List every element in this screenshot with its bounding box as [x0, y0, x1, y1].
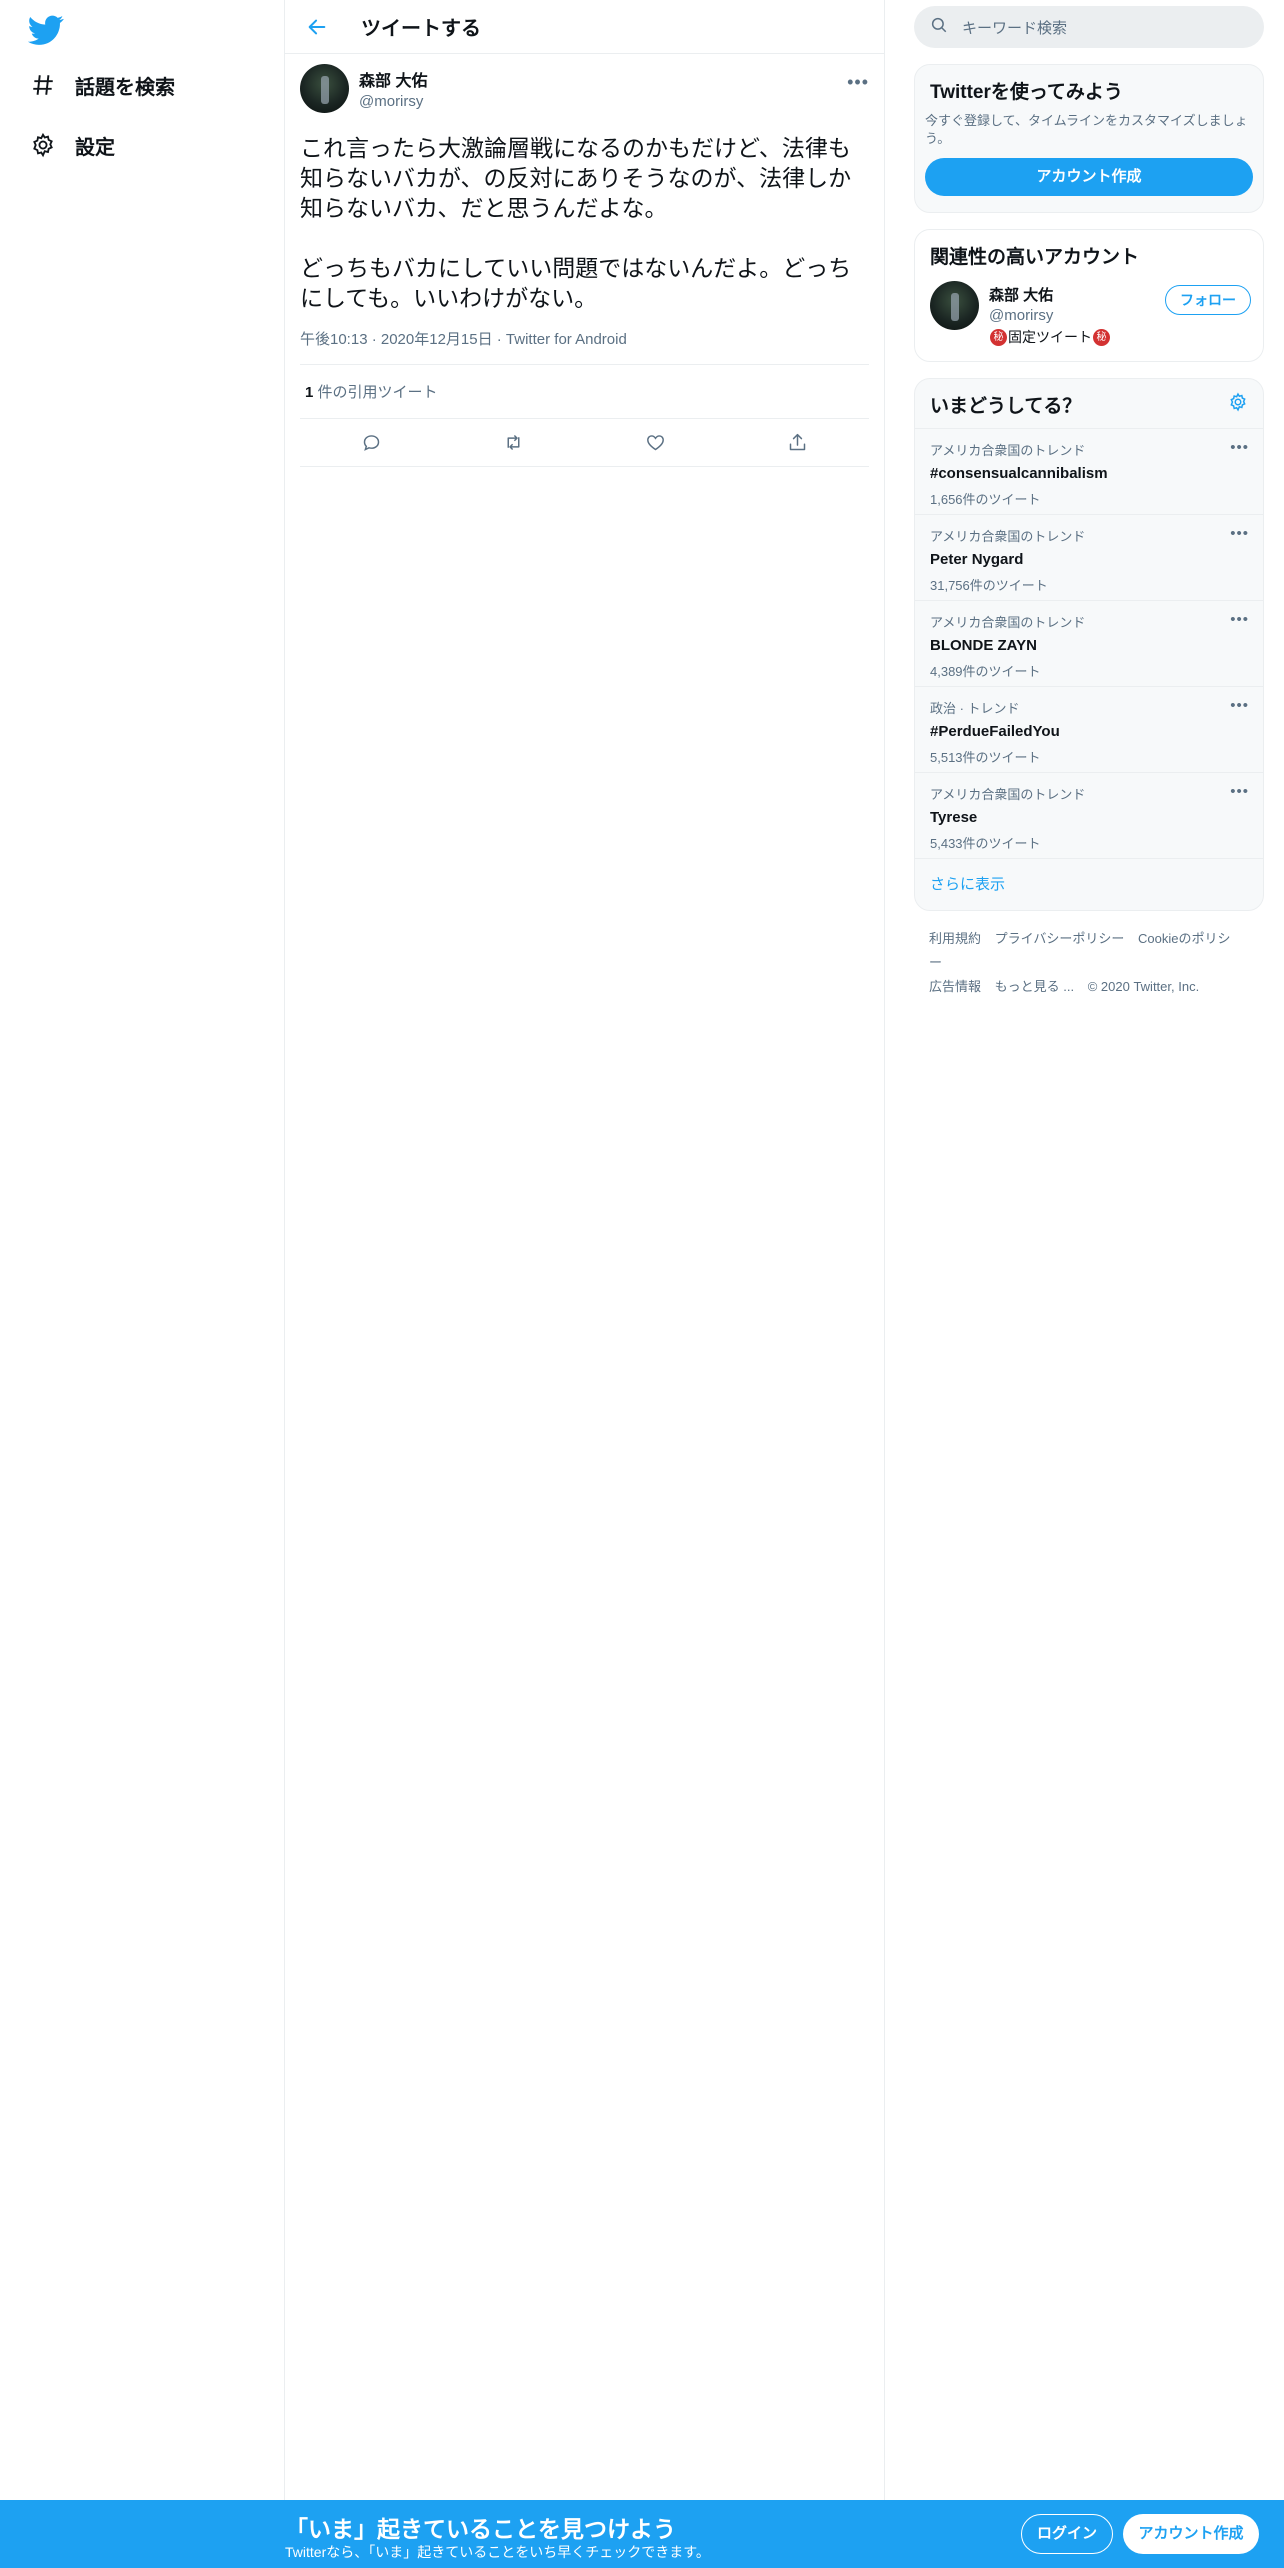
author-name[interactable]: 森部 大佑 [359, 67, 427, 91]
tweet-author: 森部 大佑 @morirsy ••• [300, 64, 869, 120]
trend-name: Peter Nygard [930, 551, 1024, 568]
banner-subtitle: Twitterなら、「いま」起きていることをいち早くチェックできます。 [285, 2544, 710, 2560]
more-options-icon[interactable]: ••• [847, 72, 869, 93]
related-title: 関連性の高いアカウント [930, 247, 1140, 268]
login-banner: 「いま」起きていることを見つけよう Twitterなら、「いま」起きていることを… [0, 2500, 1284, 2568]
gear-icon [28, 130, 58, 160]
footer-link-terms[interactable]: 利用規約 [929, 931, 981, 946]
trend-context: アメリカ合衆国のトレンド [930, 787, 1086, 802]
search-box[interactable]: キーワード検索 [914, 6, 1264, 48]
related-handle: @morirsy [989, 307, 1054, 324]
search-icon [930, 16, 948, 39]
trend-name: #PerdueFailedYou [930, 723, 1060, 740]
page-title: ツイートする [361, 18, 481, 40]
nav-settings-label: 設定 [75, 136, 115, 159]
trend-name: #consensualcannibalism [930, 465, 1108, 482]
trend-count: 31,756件のツイート [930, 578, 1048, 593]
right-sidebar: キーワード検索 Twitterを使ってみよう 今すぐ登録して、タイムラインをカス… [914, 0, 1264, 1015]
author-handle[interactable]: @morirsy [359, 93, 427, 110]
trend-count: 1,656件のツイート [930, 492, 1041, 507]
trend-count: 5,513件のツイート [930, 750, 1041, 765]
trends-title: いまどうしてる？ [930, 396, 1082, 417]
footer-link-privacy[interactable]: プライバシーポリシー [995, 931, 1125, 946]
search-placeholder: キーワード検索 [962, 19, 1068, 37]
share-icon[interactable] [780, 425, 816, 461]
back-arrow-icon[interactable] [303, 13, 331, 41]
signup-card: Twitterを使ってみよう 今すぐ登録して、タイムラインをカスタマイズしましょ… [914, 64, 1264, 213]
more-options-icon[interactable]: ••• [1230, 439, 1249, 456]
trend-count: 5,433件のツイート [930, 836, 1041, 851]
app-root: 話題を検索 設定 ツイートする 森部 大佑 @morirsy ••• これ言った… [0, 0, 1284, 2568]
banner-title: 「いま」起きていることを見つけよう [285, 2516, 676, 2542]
gear-icon[interactable] [1228, 392, 1248, 417]
avatar[interactable] [300, 64, 349, 113]
nav-explore[interactable]: 話題を検索 [28, 61, 175, 109]
trend-item[interactable]: アメリカ合衆国のトレンド #consensualcannibalism 1,65… [915, 429, 1263, 515]
retweet-icon[interactable] [495, 425, 531, 461]
login-button[interactable]: ログイン [1021, 2514, 1113, 2554]
related-accounts-card: 関連性の高いアカウント 森部 大佑 @morirsy 秘 固定ツイート 秘 フォ… [914, 229, 1264, 362]
related-bio-text: 固定ツイート [1008, 329, 1092, 345]
more-options-icon[interactable]: ••• [1230, 783, 1249, 800]
tweet-detail: 森部 大佑 @morirsy ••• これ言ったら大激論層戦になるのかもだけど、… [285, 54, 884, 467]
more-options-icon[interactable]: ••• [1230, 525, 1249, 542]
related-account[interactable]: 森部 大佑 @morirsy 秘 固定ツイート 秘 フォロー [915, 269, 1263, 361]
secret-seal-icon: 秘 [990, 328, 1007, 346]
trend-item[interactable]: アメリカ合衆国のトレンド Tyrese 5,433件のツイート ••• [915, 773, 1263, 859]
avatar[interactable] [930, 281, 979, 330]
hashtag-icon [28, 70, 58, 100]
footer-link-ads[interactable]: 広告情報 [929, 979, 981, 994]
more-options-icon[interactable]: ••• [1230, 611, 1249, 628]
quote-tweets-link[interactable]: 1 件の引用ツイート [300, 365, 869, 419]
trend-item[interactable]: 政治 · トレンド #PerdueFailedYou 5,513件のツイート •… [915, 687, 1263, 773]
trend-item[interactable]: アメリカ合衆国のトレンド BLONDE ZAYN 4,389件のツイート ••• [915, 601, 1263, 687]
tweet-text: これ言ったら大激論層戦になるのかもだけど、法律も知らないバカが、の反対にありそう… [300, 136, 852, 312]
tweet-actions [300, 419, 869, 467]
trend-context: アメリカ合衆国のトレンド [930, 529, 1086, 544]
trend-name: BLONDE ZAYN [930, 637, 1037, 654]
footer-link-more[interactable]: もっと見る ... [995, 979, 1074, 994]
create-account-button[interactable]: アカウント作成 [925, 158, 1253, 196]
tweet-timestamp[interactable]: 午後10:13 · 2020年12月15日 · Twitter for Andr… [300, 328, 869, 365]
nav-settings[interactable]: 設定 [28, 121, 115, 169]
copyright: © 2020 Twitter, Inc. [1087, 979, 1200, 994]
trend-context: 政治 · トレンド [930, 701, 1020, 716]
nav-explore-label: 話題を検索 [75, 76, 175, 99]
left-sidebar: 話題を検索 設定 [0, 0, 285, 2568]
secret-seal-icon: 秘 [1093, 328, 1110, 346]
follow-button[interactable]: フォロー [1165, 285, 1251, 315]
trend-context: アメリカ合衆国のトレンド [930, 443, 1086, 458]
reply-icon[interactable] [353, 425, 389, 461]
show-more-link[interactable]: さらに表示 [915, 859, 1263, 910]
related-name[interactable]: 森部 大佑 [989, 284, 1111, 305]
trend-item[interactable]: アメリカ合衆国のトレンド Peter Nygard 31,756件のツイート •… [915, 515, 1263, 601]
quote-label: 件の引用ツイート [313, 384, 438, 401]
signup-subtitle: 今すぐ登録して、タイムラインをカスタマイズしましょう。 [925, 113, 1248, 146]
trend-count: 4,389件のツイート [930, 664, 1041, 679]
signup-button[interactable]: アカウント作成 [1123, 2514, 1259, 2554]
more-options-icon[interactable]: ••• [1230, 697, 1249, 714]
related-bio: 秘 固定ツイート 秘 [989, 327, 1111, 347]
twitter-bird-icon[interactable] [27, 12, 64, 48]
footer-links: 利用規約 プライバシーポリシー Cookieのポリシー 広告情報 もっと見る .… [914, 911, 1264, 1015]
like-icon[interactable] [638, 425, 674, 461]
signup-title: Twitterを使ってみよう [930, 82, 1123, 103]
trends-card: いまどうしてる？ アメリカ合衆国のトレンド #consensualcanniba… [914, 378, 1264, 911]
trend-name: Tyrese [930, 809, 978, 826]
trend-context: アメリカ合衆国のトレンド [930, 615, 1086, 630]
trends-header: いまどうしてる？ [915, 379, 1263, 429]
page-header: ツイートする [285, 0, 884, 54]
main-column: ツイートする 森部 大佑 @morirsy ••• これ言ったら大激論層戦になる… [285, 0, 885, 2568]
